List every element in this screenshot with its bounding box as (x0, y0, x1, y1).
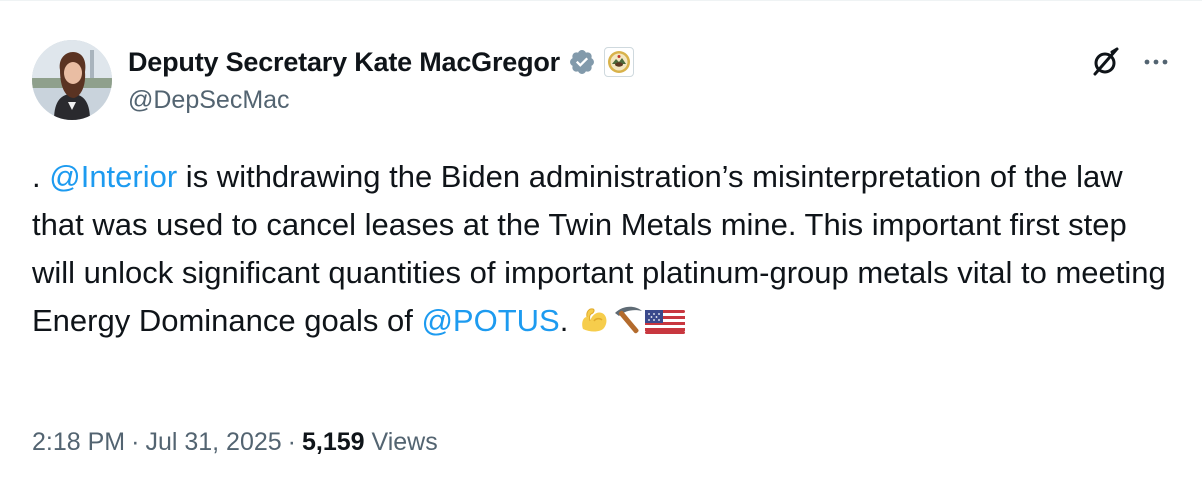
avatar[interactable] (32, 40, 112, 120)
top-divider (0, 0, 1202, 1)
interior-seal-icon[interactable] (603, 47, 634, 77)
pick-icon (611, 303, 645, 351)
more-horizontal-icon[interactable] (1138, 44, 1174, 80)
views-label: Views (365, 428, 438, 457)
avatar-photo (32, 40, 112, 120)
meta-separator: · (287, 428, 296, 456)
views-count: 5,159 (301, 428, 365, 456)
mention-potus-link[interactable]: @POTUS (421, 303, 559, 338)
grok-slash-icon[interactable] (1088, 44, 1124, 80)
tweet-card: Deputy Secretary Kate MacGregor @DepSecM… (0, 0, 1202, 500)
author-name-row: Deputy Secretary Kate MacGregor (128, 44, 634, 80)
mention-interior-link[interactable]: @Interior (49, 159, 177, 194)
author-handle[interactable]: @DepSecMac (128, 86, 290, 115)
tweet-text: . @Interior is withdrawing the Biden adm… (32, 153, 1172, 351)
tweet-suffix: . (559, 303, 577, 338)
us-flag-icon (644, 303, 685, 351)
top-actions (1088, 44, 1174, 80)
verified-badge-icon[interactable] (568, 48, 596, 76)
tweet-time[interactable]: 2:18 PM (32, 428, 125, 457)
views-label-text: Views (371, 428, 438, 456)
meta-separator: · (131, 428, 140, 456)
tweet-meta: 2:18 PM · Jul 31, 2025 · 5,159 Views (32, 428, 438, 457)
tweet-date[interactable]: Jul 31, 2025 (145, 428, 281, 457)
flexed-biceps-icon (577, 303, 611, 351)
tweet-prefix: . (32, 159, 50, 194)
author-display-name[interactable]: Deputy Secretary Kate MacGregor (128, 47, 560, 78)
